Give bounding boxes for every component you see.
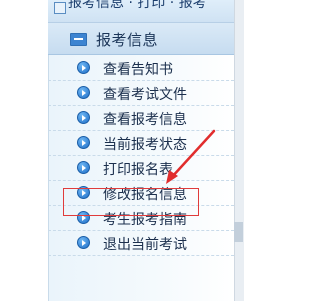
arrow-circle-right-icon — [77, 161, 90, 174]
menu-item-label: 退出当前考试 — [103, 237, 187, 253]
menu-item-label: 查看报考信息 — [103, 112, 187, 128]
menu-item-view-registration-info[interactable]: 查看报考信息 — [48, 106, 234, 131]
minus-square-icon[interactable] — [70, 33, 87, 46]
menu-item-print-form[interactable]: 打印报名表 — [48, 156, 234, 181]
section-toggle-icon — [54, 2, 66, 14]
arrow-circle-right-icon — [77, 136, 90, 149]
arrow-circle-right-icon — [77, 111, 90, 124]
previous-section-title: 报考信息 · 打印 · 报考 — [68, 0, 207, 11]
section-header-exam-info[interactable]: 报考信息 — [48, 23, 234, 55]
previous-section-header[interactable]: 报考信息 · 打印 · 报考 — [48, 0, 234, 23]
annotation-highlight-box — [63, 188, 199, 216]
menu-item-view-notice[interactable]: 查看告知书 — [48, 56, 234, 81]
menu-item-label: 打印报名表 — [103, 162, 173, 178]
menu-item-registration-status[interactable]: 当前报考状态 — [48, 131, 234, 156]
menu-item-label: 查看考试文件 — [103, 87, 187, 103]
scrollbar-track[interactable] — [234, 0, 244, 301]
arrow-circle-right-icon — [77, 86, 90, 99]
sidebar-menu: 查看告知书 查看考试文件 查看报考信息 当前报考状态 打印报名表 修改报名信息 … — [48, 56, 234, 256]
menu-item-view-exam-files[interactable]: 查看考试文件 — [48, 81, 234, 106]
menu-item-label: 当前报考状态 — [103, 137, 187, 153]
menu-item-label: 查看告知书 — [103, 62, 173, 78]
section-title: 报考信息 — [96, 31, 159, 49]
scrollbar-thumb[interactable] — [234, 222, 243, 242]
arrow-circle-right-icon — [77, 61, 90, 74]
arrow-circle-right-icon — [77, 236, 90, 249]
screenshot-stage: 报考信息 · 打印 · 报考 报考信息 查看告知书 查看考试文件 查看报考信息 … — [0, 0, 278, 301]
menu-item-exit-exam[interactable]: 退出当前考试 — [48, 231, 234, 256]
